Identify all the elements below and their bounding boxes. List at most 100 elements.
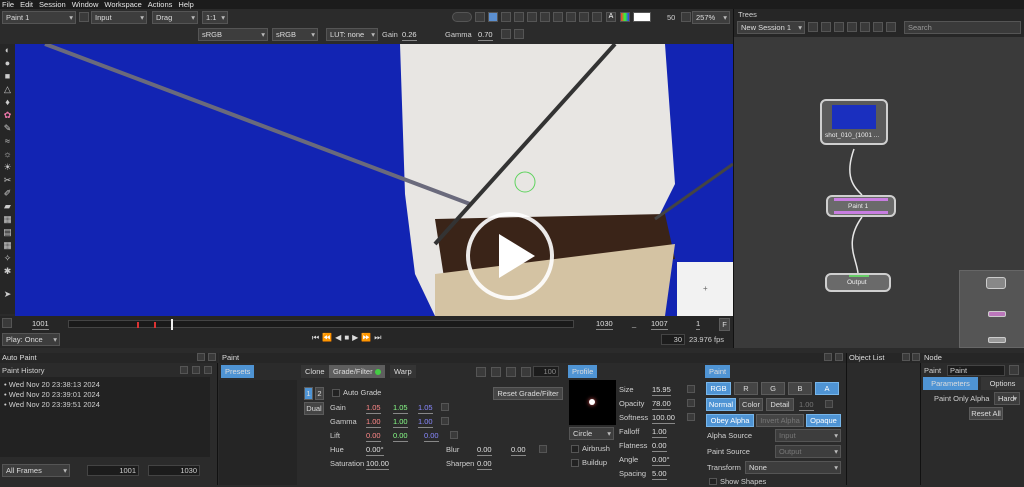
profile-tab[interactable]: Profile bbox=[568, 365, 598, 378]
presets-tab[interactable]: Presets bbox=[221, 365, 255, 378]
close-paint-icon[interactable] bbox=[835, 353, 843, 361]
brush-opacity-field[interactable]: 100 bbox=[533, 366, 559, 377]
smudge-tool-icon[interactable]: ≈ bbox=[0, 135, 15, 148]
gain-r-field[interactable]: 1.05 bbox=[366, 403, 381, 414]
grid-tool-icon[interactable]: ▦ bbox=[0, 239, 15, 252]
stop-icon[interactable]: ■ bbox=[344, 333, 352, 342]
frames-select[interactable]: All Frames bbox=[2, 464, 70, 477]
triangle-tool-icon[interactable]: △ bbox=[0, 83, 15, 96]
colorspace-select-2[interactable]: sRGB bbox=[272, 28, 318, 41]
timeline-end[interactable]: 1007 bbox=[651, 319, 668, 330]
brush-preset-2-icon[interactable] bbox=[491, 367, 501, 377]
lift-r-field[interactable]: 0.00 bbox=[366, 431, 381, 442]
prev-key-icon[interactable]: ⏪ bbox=[322, 333, 335, 342]
timeline-current[interactable]: 1030 bbox=[596, 319, 613, 330]
last-frame-icon[interactable]: ⏭ bbox=[374, 333, 384, 342]
overlay-icon[interactable] bbox=[579, 12, 589, 22]
sun-outline-tool-icon[interactable]: ☀ bbox=[0, 161, 15, 174]
detail-lock-icon[interactable] bbox=[825, 400, 833, 408]
scissors-icon[interactable]: ✂ bbox=[0, 174, 15, 187]
tree-tool-5-icon[interactable] bbox=[873, 22, 883, 32]
grade-tool-icon[interactable]: ◐ bbox=[0, 44, 15, 57]
link-icon[interactable] bbox=[514, 29, 524, 39]
viewer-canvas[interactable]: + bbox=[15, 44, 733, 316]
dual-button[interactable]: Dual bbox=[304, 402, 324, 415]
paint-node-select[interactable]: Paint 1 bbox=[2, 11, 76, 24]
first-frame-icon[interactable]: ⏮ bbox=[312, 333, 322, 342]
auto-grade-checkbox[interactable] bbox=[332, 389, 340, 397]
gamma-field[interactable]: 0.70 bbox=[478, 30, 493, 41]
target-icon[interactable] bbox=[566, 12, 576, 22]
gear-icon[interactable]: ✱ bbox=[0, 265, 15, 278]
tree-tool-4-icon[interactable] bbox=[860, 22, 870, 32]
play-icon[interactable]: ▶ bbox=[352, 333, 361, 342]
menu-window[interactable]: Window bbox=[72, 0, 99, 9]
transform-select[interactable]: None bbox=[745, 461, 841, 474]
close-object-list-icon[interactable] bbox=[912, 353, 920, 361]
alpha-source-select[interactable]: Input bbox=[775, 429, 841, 442]
channel-b[interactable]: B bbox=[788, 382, 812, 395]
float-paint-icon[interactable] bbox=[824, 353, 832, 361]
frame-mode-button[interactable]: F bbox=[719, 318, 730, 331]
add-history-icon[interactable] bbox=[180, 366, 188, 374]
node-output[interactable]: Output bbox=[825, 273, 891, 292]
sun-tool-icon[interactable]: ☼ bbox=[0, 148, 15, 161]
camera-icon[interactable] bbox=[475, 12, 485, 22]
num1-button[interactable]: 1 bbox=[304, 387, 313, 400]
reset-grade-button[interactable]: Reset Grade/Filter bbox=[493, 387, 563, 400]
softness-lock-icon[interactable] bbox=[687, 413, 695, 421]
tab-warp[interactable]: Warp bbox=[390, 365, 416, 378]
gamma-b-field[interactable]: 1.00 bbox=[418, 417, 433, 428]
paint-source-select[interactable]: Output bbox=[775, 445, 841, 458]
history-item[interactable]: • Wed Nov 20 23:39:01 2024 bbox=[4, 390, 100, 400]
node-paint[interactable]: Paint 1 bbox=[826, 195, 896, 217]
next-key-icon[interactable]: ⏩ bbox=[361, 333, 374, 342]
tree-tool-6-icon[interactable] bbox=[886, 22, 896, 32]
node-name-field[interactable]: Paint bbox=[947, 365, 1005, 376]
brush-preset-4-icon[interactable] bbox=[521, 367, 531, 377]
frame-from-field[interactable]: 1001 bbox=[87, 465, 139, 476]
grid-icon[interactable] bbox=[501, 12, 511, 22]
play-mode-select[interactable]: Play: Once bbox=[2, 333, 60, 346]
keyframe-marker-2[interactable] bbox=[154, 322, 156, 328]
lock-icon[interactable] bbox=[2, 318, 12, 328]
hue-field[interactable]: 0.00° bbox=[366, 445, 384, 456]
gain-lock-icon[interactable] bbox=[441, 403, 449, 411]
colorspace-select-1[interactable]: sRGB bbox=[198, 28, 268, 41]
airbrush-checkbox[interactable] bbox=[571, 445, 579, 453]
keyframe-marker-1[interactable] bbox=[137, 322, 139, 328]
wrench-icon[interactable]: ✧ bbox=[0, 252, 15, 265]
reset-icon[interactable] bbox=[501, 29, 511, 39]
brush-preset-3-icon[interactable] bbox=[506, 367, 516, 377]
channels-icon[interactable]: A bbox=[606, 12, 616, 22]
view-history-icon[interactable] bbox=[192, 366, 200, 374]
safe-area-icon[interactable] bbox=[514, 12, 524, 22]
brush-tool-icon[interactable]: ✎ bbox=[0, 122, 15, 135]
softness-field[interactable]: 100.00 bbox=[652, 413, 675, 424]
menu-help[interactable]: Help bbox=[178, 0, 193, 9]
tab-clone[interactable]: Clone bbox=[301, 365, 329, 378]
history-settings-icon[interactable] bbox=[204, 366, 212, 374]
blur-x-field[interactable]: 0.00 bbox=[477, 445, 492, 456]
guides-icon[interactable] bbox=[553, 12, 563, 22]
menu-actions[interactable]: Actions bbox=[148, 0, 173, 9]
channel-g[interactable]: G bbox=[761, 382, 785, 395]
node-graph[interactable]: shot_010_(1001 ... Paint 1 Output bbox=[734, 37, 1024, 348]
channel-r[interactable]: R bbox=[734, 382, 758, 395]
stamp-tool-icon[interactable]: ▦ bbox=[0, 213, 15, 226]
magnifier-icon[interactable] bbox=[527, 12, 537, 22]
lift-lock-icon[interactable] bbox=[450, 431, 458, 439]
timeline-step[interactable]: 1 bbox=[696, 319, 701, 330]
float-panel-icon[interactable] bbox=[197, 353, 205, 361]
gain-b-field[interactable]: 1.05 bbox=[418, 403, 433, 414]
brush-preset-1-icon[interactable] bbox=[476, 367, 486, 377]
invert-alpha-button[interactable]: Invert Alpha bbox=[756, 414, 804, 427]
menu-session[interactable]: Session bbox=[39, 0, 66, 9]
color-wheel-icon[interactable]: ✿ bbox=[0, 109, 15, 122]
history-item[interactable]: • Wed Nov 20 23:39:51 2024 bbox=[4, 400, 100, 410]
menu-workspace[interactable]: Workspace bbox=[104, 0, 141, 9]
gamma-lock-icon[interactable] bbox=[441, 417, 449, 425]
blur-lock-icon[interactable] bbox=[539, 445, 547, 453]
options-tab[interactable]: Options bbox=[981, 377, 1024, 390]
gamma-g-field[interactable]: 1.00 bbox=[393, 417, 408, 428]
